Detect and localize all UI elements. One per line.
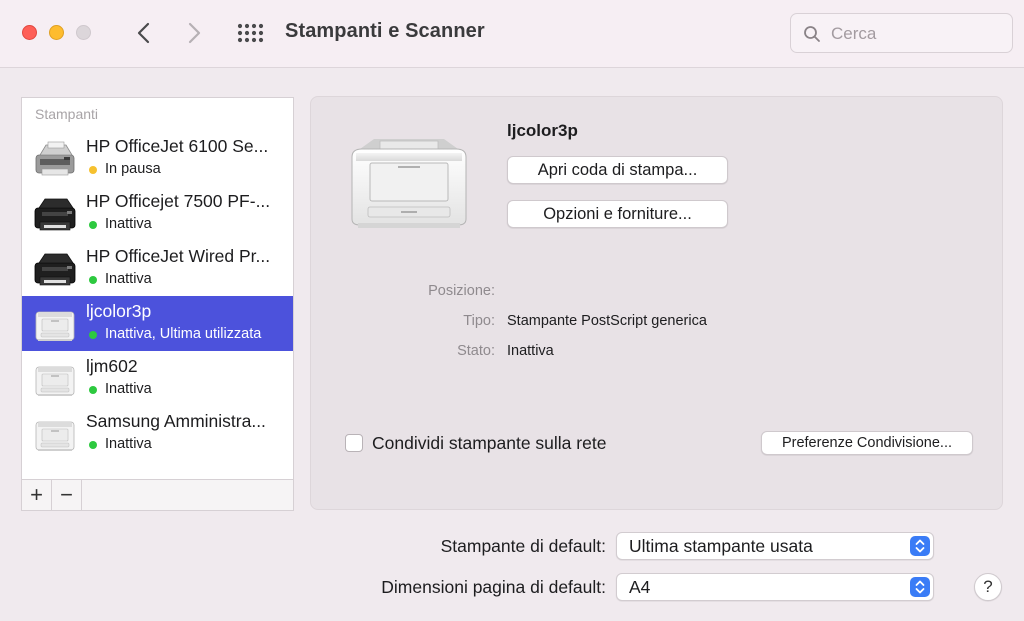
laser-printer-icon — [32, 359, 78, 399]
add-printer-button[interactable]: + — [22, 480, 52, 510]
selected-printer-name: ljcolor3p — [507, 121, 578, 140]
back-button[interactable] — [131, 18, 157, 48]
default-paper-size-label: Dimensioni pagina di default: — [381, 577, 606, 597]
popup-stepper-icon — [910, 577, 930, 597]
search-icon — [804, 26, 820, 42]
share-printer-label[interactable]: Condividi stampante sulla rete — [372, 433, 606, 454]
inkjet-gray-printer-icon — [32, 139, 78, 179]
printer-status: Inattiva — [105, 216, 152, 232]
printer-row[interactable]: ljcolor3p Inattiva, Ultima utilizzata — [22, 296, 293, 351]
minimize-window-button[interactable] — [49, 25, 64, 40]
printer-name: ljcolor3p — [86, 301, 152, 321]
printer-status: Inattiva — [105, 436, 152, 452]
window-title: Stampanti e Scanner — [285, 20, 485, 42]
type-value: Stampante PostScript generica — [507, 313, 707, 329]
printer-name: ljm602 — [86, 356, 138, 376]
zoom-window-button[interactable] — [76, 25, 91, 40]
printer-list-footer: + − — [22, 479, 293, 510]
forward-button[interactable] — [181, 18, 207, 48]
status-dot-icon — [89, 331, 97, 339]
printer-name: HP OfficeJet Wired Pr... — [86, 246, 271, 266]
grid-icon — [237, 23, 264, 43]
printer-status: Inattiva — [105, 271, 152, 287]
open-print-queue-button[interactable]: Apri coda di stampa... — [507, 156, 728, 184]
chevron-left-icon — [137, 22, 150, 44]
printer-name: HP OfficeJet 6100 Se... — [86, 136, 269, 156]
laser-printer-icon — [32, 304, 78, 344]
default-printer-label: Stampante di default: — [440, 536, 606, 556]
printer-status: Inattiva, Ultima utilizzata — [105, 326, 262, 342]
printer-row[interactable]: HP OfficeJet 6100 Se... In pausa — [22, 131, 293, 186]
inkjet-black-printer-icon — [32, 194, 78, 234]
printer-row[interactable]: Samsung Amministra... Inattiva — [22, 406, 293, 461]
printer-status: In pausa — [105, 161, 161, 177]
search-field[interactable] — [790, 13, 1013, 53]
printer-row[interactable]: HP OfficeJet Wired Pr... Inattiva — [22, 241, 293, 296]
printer-detail-panel: ljcolor3p Apri coda di stampa... Opzioni… — [310, 96, 1003, 510]
status-dot-icon — [89, 276, 97, 284]
default-paper-size-popup[interactable]: A4 — [616, 573, 934, 601]
close-window-button[interactable] — [22, 25, 37, 40]
state-label: Stato: — [457, 343, 495, 359]
printer-name: Samsung Amministra... — [86, 411, 266, 431]
title-bar: Stampanti e Scanner — [0, 0, 1024, 68]
inkjet-black-printer-icon — [32, 249, 78, 289]
sharing-preferences-button[interactable]: Preferenze Condivisione... — [761, 431, 973, 455]
location-label: Posizione: — [428, 283, 495, 299]
laser-printer-icon — [32, 414, 78, 454]
printer-row[interactable]: ljm602 Inattiva — [22, 351, 293, 406]
printer-status: Inattiva — [105, 381, 152, 397]
state-value: Inattiva — [507, 343, 554, 359]
laser-printer-icon — [351, 139, 467, 228]
type-label: Tipo: — [463, 313, 495, 329]
printer-row[interactable]: HP Officejet 7500 PF-... Inattiva — [22, 186, 293, 241]
search-input[interactable] — [831, 22, 1001, 46]
printer-list: Stampanti HP OfficeJet 6100 Se... In paus… — [21, 97, 294, 511]
status-dot-icon — [89, 166, 97, 174]
help-button[interactable]: ? — [974, 573, 1002, 601]
popup-stepper-icon — [910, 536, 930, 556]
printer-list-header: Stampanti — [35, 106, 99, 122]
status-dot-icon — [89, 441, 97, 449]
options-supplies-button[interactable]: Opzioni e forniture... — [507, 200, 728, 228]
remove-printer-button[interactable]: − — [52, 480, 82, 510]
show-all-button[interactable] — [235, 20, 267, 48]
printer-name: HP Officejet 7500 PF-... — [86, 191, 271, 211]
status-dot-icon — [89, 386, 97, 394]
chevron-right-icon — [188, 22, 201, 44]
default-paper-size-value: A4 — [629, 577, 651, 597]
default-printer-popup[interactable]: Ultima stampante usata — [616, 532, 934, 560]
status-dot-icon — [89, 221, 97, 229]
default-printer-value: Ultima stampante usata — [629, 536, 813, 556]
share-printer-checkbox[interactable] — [345, 434, 363, 452]
